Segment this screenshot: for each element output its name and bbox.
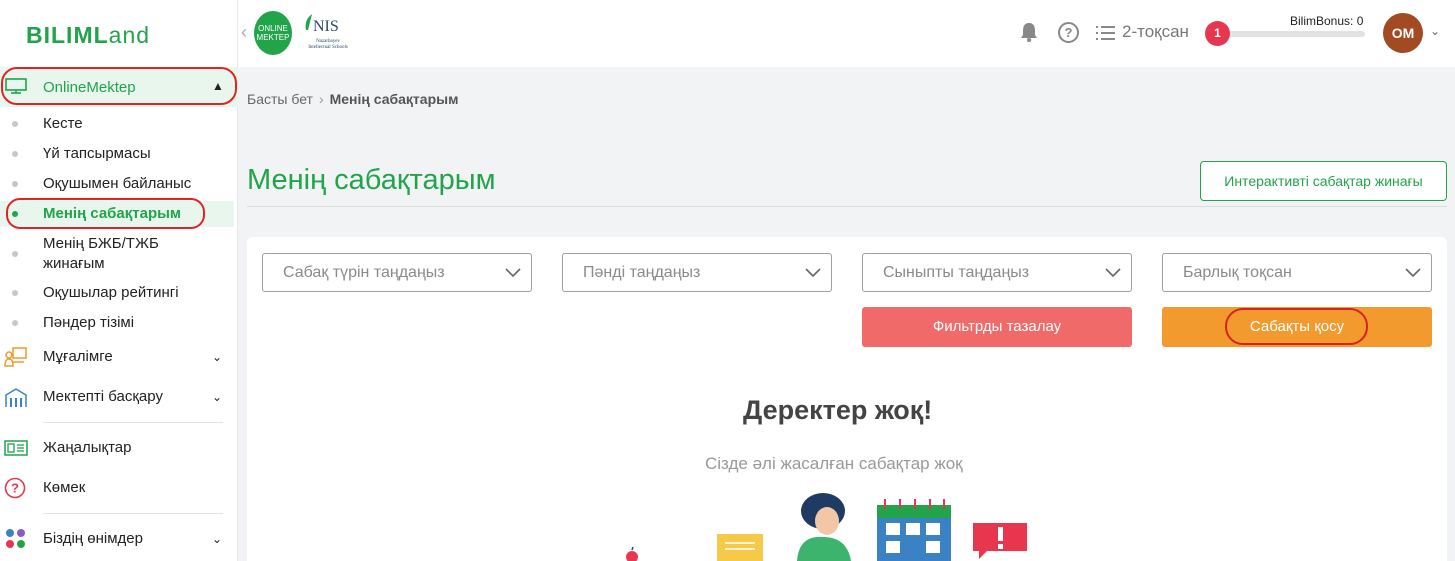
sidebar-divider (43, 422, 223, 423)
breadcrumb: Басты бет › Менің сабақтарым (247, 91, 458, 107)
chevron-down-icon (805, 268, 821, 278)
collapse-sidebar-icon[interactable]: ‹ (241, 22, 247, 43)
nis-logo[interactable]: NIS Nazarbayev Intellectual Schools (302, 12, 352, 58)
newspaper-icon (4, 440, 28, 456)
quarter-selector[interactable]: 2-тоқсан (1096, 22, 1189, 42)
products-icon (6, 529, 25, 548)
breadcrumb-current: Менің сабақтарым (329, 91, 459, 107)
sidebar-item-homework[interactable]: Үй тапсырмасы (0, 144, 238, 164)
subject-select[interactable]: Пәнді таңдаңыз (562, 253, 832, 292)
sidebar-item-label: Үй тапсырмасы (43, 145, 151, 162)
help-circle-icon: ? (4, 477, 26, 499)
sidebar-menu-label: Көмек (43, 479, 86, 496)
avatar[interactable]: OM (1383, 13, 1423, 53)
clear-filters-button[interactable]: Фильтрды тазалау (862, 307, 1132, 347)
chevron-down-icon: ⌄ (212, 390, 223, 404)
bullet-icon (12, 290, 18, 296)
title-divider (247, 206, 1447, 207)
chevron-right-icon: › (318, 91, 324, 107)
teacher-icon (4, 347, 27, 367)
school-building-icon (5, 388, 27, 407)
bullet-icon (12, 320, 18, 326)
sidebar-menu-our-products[interactable]: Біздің өнімдер ⌄ (0, 528, 238, 550)
sidebar-item-label: Оқушылар рейтингі (43, 284, 179, 301)
sidebar-divider (43, 513, 223, 514)
highlight-annotation (1, 67, 237, 105)
chevron-down-icon (1105, 268, 1121, 278)
bullet-icon (12, 181, 18, 187)
sidebar-menu-teacher[interactable]: Мұғалімге ⌄ (0, 346, 238, 368)
sidebar-item-my-assessments[interactable]: Менің БЖБ/ТЖБ жинағым (0, 234, 238, 274)
sidebar-menu-news[interactable]: Жаңалықтар (0, 437, 238, 459)
class-select[interactable]: Сыныпты таңдаңыз (862, 253, 1132, 292)
sidebar-item-student-rating[interactable]: Оқушылар рейтингі (0, 283, 238, 303)
bonus-label: BilimBonus: 0 (1290, 14, 1364, 28)
sidebar-menu-school-management[interactable]: Мектепті басқару ⌄ (0, 386, 238, 408)
highlight-annotation (6, 198, 205, 229)
page-title: Менің сабақтарым (247, 164, 496, 196)
select-placeholder: Сыныпты таңдаңыз (883, 264, 1030, 281)
empty-state-illustration (626, 493, 1027, 561)
sidebar-item-label: Пәндер тізімі (43, 314, 135, 331)
sidebar-menu-label: Мектепті басқару (43, 388, 163, 405)
bonus-progress-bar (1228, 31, 1365, 37)
bell-icon[interactable] (1020, 22, 1038, 42)
select-placeholder: Пәнді таңдаңыз (583, 264, 701, 281)
sidebar-item-subjects[interactable]: Пәндер тізімі (0, 313, 238, 333)
breadcrumb-home[interactable]: Басты бет (247, 91, 313, 107)
highlight-annotation (1225, 308, 1368, 345)
help-icon[interactable]: ? (1058, 22, 1079, 43)
list-icon (1096, 26, 1115, 41)
select-placeholder: Барлық тоқсан (1183, 264, 1292, 281)
sidebar-item-label: Оқушымен байланыс (43, 175, 192, 192)
sidebar-menu-label: Жаңалықтар (43, 439, 132, 456)
bonus-level-badge: 1 (1205, 21, 1230, 46)
empty-state-title: Деректер жоқ! (743, 395, 933, 425)
bullet-icon (12, 251, 18, 257)
select-placeholder: Сабақ түрін таңдаңыз (283, 264, 445, 281)
bullet-icon (12, 121, 18, 127)
sidebar-menu-help[interactable]: ? Көмек (0, 477, 238, 499)
sidebar-section-onlinemektep[interactable]: OnlineMektep ▲ (0, 67, 238, 107)
quarter-select[interactable]: Барлық тоқсан (1162, 253, 1432, 292)
sidebar: BILIMLand OnlineMektep ▲ Кесте Үй тапсыр… (0, 0, 238, 561)
svg-text:?: ? (11, 481, 19, 496)
chevron-down-icon (505, 268, 521, 278)
sidebar-menu-label: Біздің өнімдер (43, 530, 143, 547)
lesson-type-select[interactable]: Сабақ түрін таңдаңыз (262, 253, 532, 292)
online-mektep-logo[interactable]: ONLINE MEKTEP (254, 11, 292, 55)
chevron-down-icon (1405, 268, 1421, 278)
sidebar-item-schedule[interactable]: Кесте (0, 114, 238, 134)
sidebar-menu-label: Мұғалімге (43, 348, 113, 365)
bilimland-logo[interactable]: BILIMLand (26, 22, 150, 49)
chevron-down-icon[interactable]: ⌄ (1430, 24, 1440, 38)
top-header: ‹ ONLINE MEKTEP NIS Nazarbayev Intellect… (238, 0, 1455, 67)
chevron-down-icon: ⌄ (212, 532, 223, 546)
sidebar-item-student-contact[interactable]: Оқушымен байланыс (0, 174, 238, 194)
quarter-label: 2-тоқсан (1122, 22, 1189, 41)
interactive-lessons-button[interactable]: Интерактивті сабақтар жинағы (1200, 161, 1447, 201)
sidebar-item-label: Кесте (43, 115, 83, 132)
empty-state-subtitle: Сізде әлі жасалған сабақтар жоқ (705, 454, 963, 473)
bullet-icon (12, 151, 18, 157)
chevron-down-icon: ⌄ (212, 350, 223, 364)
sidebar-item-label: Менің БЖБ/ТЖБ жинағым (43, 235, 159, 272)
